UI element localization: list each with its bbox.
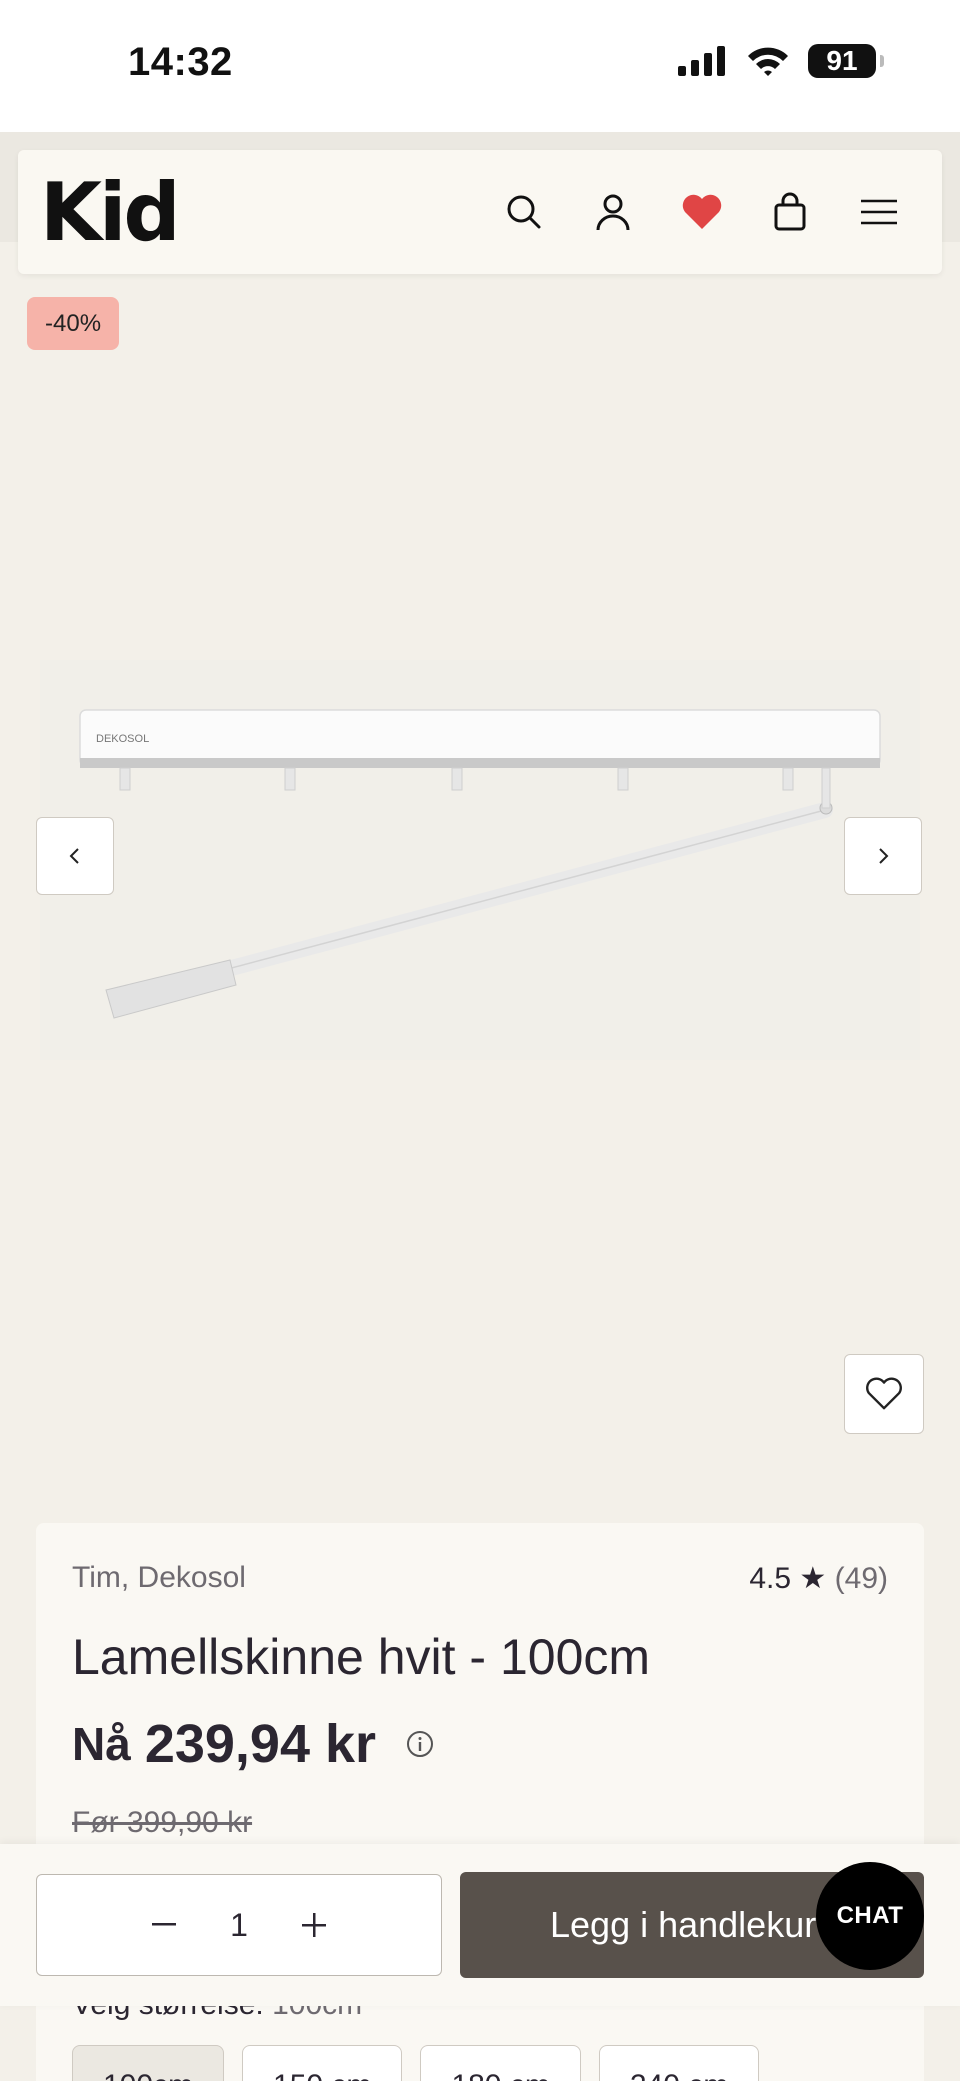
current-price: 239,94 kr [144,1714,377,1774]
heart-icon[interactable] [676,186,728,238]
bag-icon[interactable] [764,186,816,238]
signal-icon [678,46,725,76]
status-time: 14:32 [128,40,233,84]
star-icon: ★ [799,1562,827,1595]
decrease-quantity-button[interactable] [134,1895,194,1955]
status-bar: 14:32 91 [0,0,960,132]
product-title: Lamellskinne hvit - 100cm [72,1629,651,1685]
heart-outline-icon [866,1377,902,1410]
size-option[interactable]: 150 cm [242,2045,403,2081]
quantity-value[interactable]: 1 [194,1907,284,1944]
size-option[interactable]: 100cm [72,2045,225,2081]
price-row: Nå 239,94 kr [72,1713,434,1775]
product-brand[interactable]: Tim, Dekosol [72,1561,246,1595]
old-price: Før 399,90 kr [72,1806,253,1839]
chat-button[interactable]: CHAT [816,1862,924,1970]
logo[interactable]: Kid [40,168,181,258]
status-icons: 91 [678,44,884,78]
rating-value: 4.5 [749,1562,792,1595]
product-image-label: DEKOSOL [96,733,149,745]
size-option[interactable]: 180 cm [420,2045,581,2081]
menu-icon[interactable] [853,186,905,238]
quantity-stepper: 1 [36,1874,442,1976]
wifi-icon [748,47,788,76]
battery-indicator: 91 [808,44,884,78]
account-icon[interactable] [587,186,639,238]
minus-icon [152,1923,176,1926]
search-icon[interactable] [498,186,550,238]
plus-icon [302,1913,326,1937]
chevron-right-icon [879,848,889,864]
rating-count: (49) [834,1562,888,1595]
previous-image-button[interactable] [36,817,114,895]
discount-badge: -40% [27,297,120,350]
product-image: DEKOSOL [40,660,920,1060]
product-rating[interactable]: 4.5 ★ (49) [749,1561,888,1596]
add-to-favorites-button[interactable] [844,1354,924,1434]
chevron-left-icon [69,848,79,864]
next-image-button[interactable] [844,817,922,895]
price-prefix: Nå [72,1718,131,1770]
info-icon[interactable] [406,1730,434,1758]
site-header: Kid [18,150,942,274]
size-option[interactable]: 240 cm [598,2045,760,2081]
increase-quantity-button[interactable] [284,1895,344,1955]
size-options: 100cm 150 cm 180 cm 240 cm [72,2045,760,2081]
